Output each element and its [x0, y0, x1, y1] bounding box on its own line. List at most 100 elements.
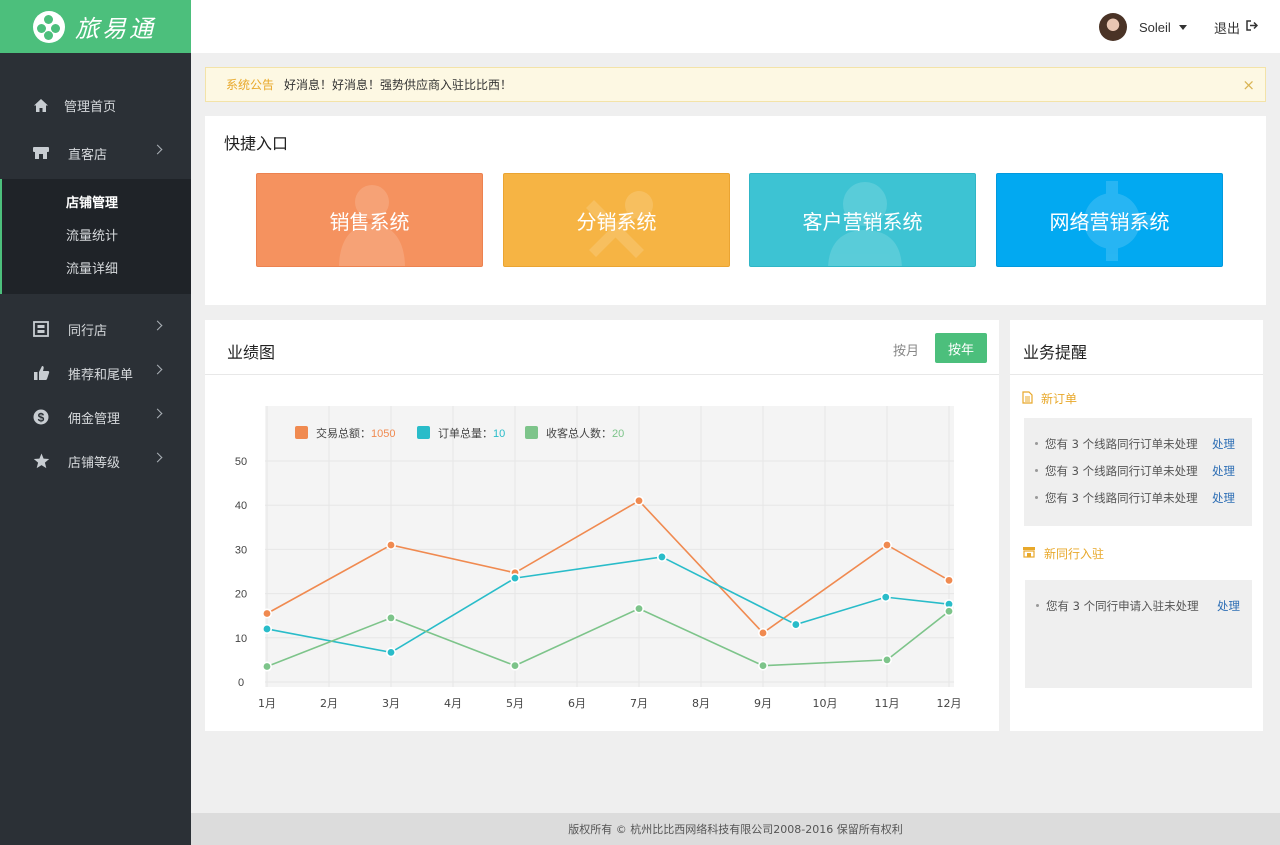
legend-swatch: [525, 426, 538, 439]
y-tick-label: 0: [238, 677, 244, 689]
sidebar-subitem-traffic-detail[interactable]: 流量详细: [2, 253, 191, 286]
data-point: [633, 603, 644, 614]
data-point: [261, 608, 272, 619]
sidebar-item-label: 推荐和尾单: [68, 367, 134, 383]
legend-swatch: [295, 426, 308, 439]
x-tick-label: 5月: [506, 697, 524, 710]
sidebar-item-home[interactable]: 管理首页: [0, 83, 191, 127]
chevron-right-icon: [152, 364, 163, 375]
legend-label: 交易总额：: [316, 426, 371, 440]
data-point: [509, 573, 520, 584]
reminder-panel: 业务提醒 新订单 您有 3 个线路同行订单未处理 处理 您有 3 个线路同行订单…: [1010, 320, 1263, 731]
data-point: [757, 660, 768, 671]
distribution-system-button[interactable]: 分销系统: [503, 173, 730, 267]
list-item-text: 您有 3 个线路同行订单未处理: [1045, 491, 1198, 505]
data-point: [943, 606, 954, 617]
data-point: [261, 661, 272, 672]
customer-marketing-button[interactable]: 客户营销系统: [749, 173, 976, 267]
caret-down-icon: [1178, 24, 1187, 30]
data-point: [881, 539, 892, 550]
chevron-right-icon: [152, 408, 163, 419]
performance-panel: 业绩图 按月 按年 0 10 20 30 40 50 1月 2月 3月 4月 5月 6月 7月 8月 9月 1…: [205, 320, 999, 731]
y-tick-label: 40: [235, 500, 247, 512]
submenu-direct-store: 店铺管理 流量统计 流量详细: [0, 179, 191, 294]
quick-button-label: 网络营销系统: [1049, 209, 1170, 234]
x-tick-label: 3月: [382, 697, 400, 710]
y-tick-label: 30: [235, 544, 247, 556]
x-tick-label: 12月: [937, 697, 962, 710]
x-tick-label: 4月: [444, 697, 462, 710]
shop-icon: [32, 144, 50, 162]
list-item-text: 您有 3 个线路同行订单未处理: [1045, 464, 1198, 478]
handle-link[interactable]: 处理: [1212, 463, 1235, 479]
sidebar: 旅易通 管理首页 直客店 店铺管理 流量统计 流量详细 同行店 推荐和尾单 $ …: [0, 0, 191, 845]
performance-line-chart: 0 10 20 30 40 50 1月 2月 3月 4月 5月 6月 7月 8月 9月 10月 11月 12月 交易…: [235, 406, 962, 710]
section-label: 新同行入驻: [1044, 547, 1105, 561]
divider: [1010, 374, 1263, 375]
sidebar-item-recommend[interactable]: 推荐和尾单: [0, 351, 191, 395]
avatar: [1099, 13, 1127, 41]
x-tick-label: 10月: [813, 697, 838, 710]
legend-label: 订单总量：: [438, 426, 493, 440]
sidebar-item-store-level[interactable]: 店铺等级: [0, 439, 191, 483]
data-point: [943, 575, 954, 586]
sales-system-button[interactable]: 销售系统: [256, 173, 483, 267]
document-icon: [1022, 390, 1033, 407]
data-point: [790, 619, 801, 630]
new-orders-section-title: 新订单: [1022, 390, 1077, 407]
bullet: [1035, 442, 1038, 445]
handle-link[interactable]: 处理: [1217, 598, 1240, 614]
sidebar-item-peer-store[interactable]: 同行店: [0, 307, 191, 351]
user-menu[interactable]: Soleil: [1099, 13, 1187, 41]
logout-label: 退出: [1214, 22, 1241, 37]
list-item-text: 您有 3 个同行申请入驻未处理: [1046, 599, 1199, 613]
x-tick-label: 9月: [754, 697, 772, 710]
handle-link[interactable]: 处理: [1212, 436, 1235, 452]
x-tick-label: 8月: [692, 697, 710, 710]
building-icon: [32, 320, 50, 338]
quick-access-panel: 快捷入口 销售系统 分销系统 客户营销系统 网络营销系统: [205, 116, 1266, 305]
star-icon: [32, 452, 50, 470]
home-icon: [32, 96, 50, 114]
sidebar-item-label: 管理首页: [64, 99, 117, 115]
bullet: [1035, 496, 1038, 499]
data-point: [880, 592, 891, 603]
logout-button[interactable]: 退出: [1214, 18, 1259, 37]
copyright-text: 版权所有 © 杭州比比西网络科技有限公司2008-2016 保留所有权利: [568, 823, 903, 836]
x-tick-label: 11月: [875, 697, 900, 710]
sidebar-item-direct-store[interactable]: 直客店: [0, 131, 191, 175]
notice-tag: 系统公告: [226, 78, 275, 92]
x-tick-label: 7月: [630, 697, 648, 710]
footer: 版权所有 © 杭州比比西网络科技有限公司2008-2016 保留所有权利: [191, 813, 1280, 845]
sidebar-item-commission[interactable]: $ 佣金管理: [0, 395, 191, 439]
quick-button-label: 客户营销系统: [802, 209, 923, 234]
data-point: [386, 612, 397, 623]
sidebar-item-label: 同行店: [68, 323, 108, 339]
y-tick-label: 50: [235, 456, 247, 468]
new-peers-section-title: 新同行入驻: [1022, 545, 1104, 562]
data-point: [757, 627, 768, 638]
close-icon[interactable]: ×: [1242, 76, 1255, 94]
bullet: [1036, 604, 1039, 607]
chevron-right-icon: [152, 320, 163, 331]
legend-label: 收客总人数：: [546, 426, 612, 440]
logo-icon: [33, 10, 65, 43]
legend-value: 1050: [371, 428, 395, 440]
handle-link[interactable]: 处理: [1212, 490, 1235, 506]
network-marketing-button[interactable]: 网络营销系统: [996, 173, 1223, 267]
dollar-icon: $: [32, 408, 50, 426]
sidebar-subitem-store-manage[interactable]: 店铺管理: [2, 187, 191, 220]
store-icon: [1022, 546, 1036, 561]
list-item-text: 您有 3 个线路同行订单未处理: [1045, 437, 1198, 451]
quick-button-label: 销售系统: [329, 209, 410, 234]
brand-logo[interactable]: 旅易通: [0, 0, 191, 53]
bullet: [1035, 469, 1038, 472]
y-tick-label: 10: [235, 633, 247, 645]
new-peers-list: 您有 3 个同行申请入驻未处理 处理: [1025, 580, 1252, 688]
plot-area: [265, 406, 954, 687]
svg-text:$: $: [38, 411, 45, 425]
top-header: Soleil 退出: [191, 0, 1280, 53]
notice-message: 好消息！好消息！强势供应商入驻比比西！: [284, 78, 513, 92]
sidebar-subitem-traffic-stats[interactable]: 流量统计: [2, 220, 191, 253]
data-point: [656, 551, 667, 562]
